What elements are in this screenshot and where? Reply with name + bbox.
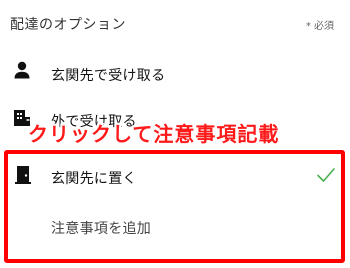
person-icon xyxy=(12,60,32,80)
annotation-text: クリックして注意事項記載 xyxy=(28,122,280,146)
door-icon xyxy=(13,165,33,185)
section-header: 配達のオプション * 必須 xyxy=(0,0,350,44)
option-label: 玄関先に置く xyxy=(51,171,137,187)
required-badge: * 必須 xyxy=(305,21,334,32)
section-title: 配達のオプション xyxy=(10,17,126,33)
delivery-options-screen: 配達のオプション * 必須 玄関先で受け取る 外で受け取る クリックして注意事項… xyxy=(0,0,350,268)
add-note-button[interactable]: 注意事項を追加 xyxy=(51,218,151,238)
option-label: 玄関先で受け取る xyxy=(51,68,166,84)
option-leave-at-door[interactable]: 玄関先に置く xyxy=(0,157,350,193)
check-icon xyxy=(316,166,336,184)
option-meet-at-door[interactable]: 玄関先で受け取る xyxy=(0,56,350,88)
